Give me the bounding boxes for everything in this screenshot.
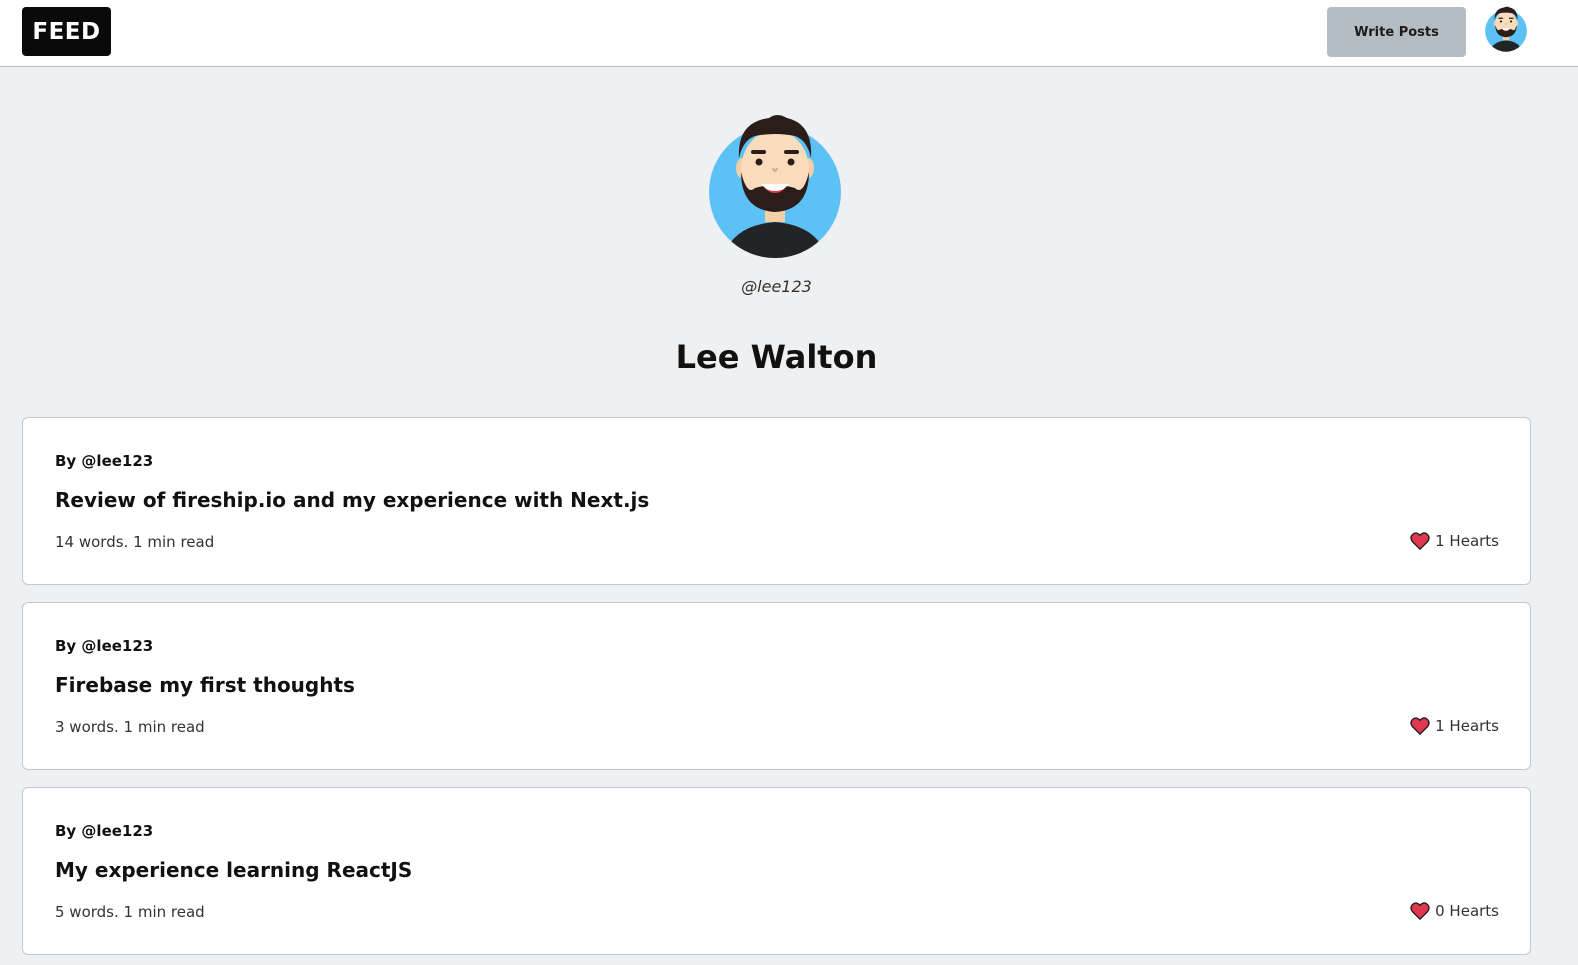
profile-username: @lee123	[741, 277, 812, 296]
post-author: By @lee123	[55, 452, 154, 470]
profile-avatar-icon	[707, 110, 843, 262]
post-card: By @lee123 My experience learning ReactJ…	[22, 787, 1531, 955]
post-title-link[interactable]: Firebase my first thoughts	[55, 673, 355, 697]
post-title-link[interactable]: Review of fireship.io and my experience …	[55, 488, 649, 512]
hearts-count: 1 Hearts	[1435, 717, 1499, 735]
post-card: By @lee123 Review of fireship.io and my …	[22, 417, 1531, 585]
heart-icon	[1410, 902, 1430, 920]
post-meta: 14 words. 1 min read	[55, 533, 215, 551]
post-author: By @lee123	[55, 637, 154, 655]
post-card: By @lee123 Firebase my first thoughts 3 …	[22, 602, 1531, 770]
post-hearts: 0 Hearts	[1410, 902, 1499, 920]
heart-icon	[1410, 717, 1430, 735]
write-posts-button[interactable]: Write Posts	[1327, 7, 1466, 57]
post-hearts: 1 Hearts	[1410, 717, 1499, 735]
profile-display-name: Lee Walton	[675, 338, 878, 376]
post-title-link[interactable]: My experience learning ReactJS	[55, 858, 412, 882]
heart-icon	[1410, 532, 1430, 550]
navbar: FEED Write Posts	[0, 0, 1578, 67]
hearts-count: 1 Hearts	[1435, 532, 1499, 550]
post-meta: 5 words. 1 min read	[55, 903, 205, 921]
post-author: By @lee123	[55, 822, 154, 840]
logo-link[interactable]: FEED	[22, 7, 111, 56]
post-meta: 3 words. 1 min read	[55, 718, 205, 736]
hearts-count: 0 Hearts	[1435, 902, 1499, 920]
avatar-icon[interactable]	[1483, 5, 1529, 53]
post-hearts: 1 Hearts	[1410, 532, 1499, 550]
